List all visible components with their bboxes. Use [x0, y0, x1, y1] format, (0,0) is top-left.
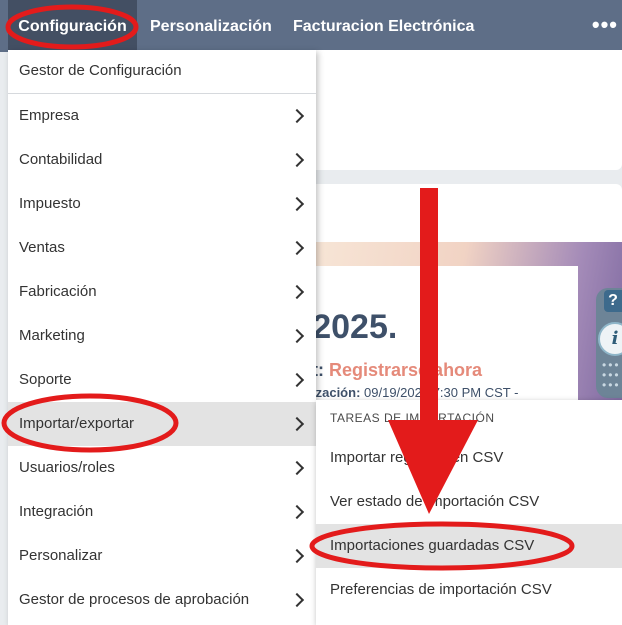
- submenu-item-label: Preferencias de importación CSV: [330, 581, 552, 598]
- nav-facturacion-electronica[interactable]: Facturacion Electrónica: [293, 0, 474, 52]
- submenu-item-importaciones-guardadas[interactable]: Importaciones guardadas CSV: [316, 524, 622, 568]
- menu-item-contabilidad[interactable]: Contabilidad: [8, 138, 316, 182]
- menu-item-label: Ventas: [19, 239, 65, 256]
- help-icon[interactable]: ?: [604, 290, 622, 312]
- top-nav-bar: Configuración Personalización Facturacio…: [0, 0, 622, 52]
- menu-item-label: Soporte: [19, 371, 72, 388]
- chevron-right-icon: [289, 416, 305, 432]
- update-value: 09/19/2025 7:30 PM CST -: [360, 385, 519, 400]
- menu-item-fabricacion[interactable]: Fabricación: [8, 270, 316, 314]
- chevron-right-icon: [289, 372, 305, 388]
- menu-item-label: Integración: [19, 503, 94, 520]
- submenu-item-ver-estado-importacion[interactable]: Ver estado de importación CSV: [316, 480, 622, 524]
- chevron-right-icon: [289, 240, 305, 256]
- menu-item-label: Importar/exportar: [19, 415, 135, 432]
- apps-grid-icon[interactable]: ••• ••• •••: [602, 359, 622, 392]
- menu-item-integracion[interactable]: Integración: [8, 490, 316, 534]
- menu-item-ventas[interactable]: Ventas: [8, 226, 316, 270]
- chevron-right-icon: [289, 548, 305, 564]
- menu-item-marketing[interactable]: Marketing: [8, 314, 316, 358]
- submenu-item-label: Importaciones guardadas CSV: [330, 537, 535, 554]
- submenu-item-label: Importar registros en CSV: [330, 449, 504, 466]
- update-label: ización:: [312, 385, 361, 400]
- menu-item-soporte[interactable]: Soporte: [8, 358, 316, 402]
- promo-line: t: Registrarse ahora: [312, 360, 482, 381]
- chevron-right-icon: [289, 196, 305, 212]
- menu-item-label: Contabilidad: [19, 151, 103, 168]
- nav-personalizacion[interactable]: Personalización: [150, 0, 272, 52]
- submenu-item-preferencias-importacion[interactable]: Preferencias de importación CSV: [316, 568, 622, 612]
- menu-item-usuarios-roles[interactable]: Usuarios/roles: [8, 446, 316, 490]
- menu-item-gestor-procesos-aprobacion[interactable]: Gestor de procesos de aprobación: [8, 578, 316, 622]
- register-now-link[interactable]: Registrarse ahora: [329, 360, 482, 380]
- menu-item-label: Empresa: [19, 107, 80, 124]
- submenu-item-importar-registros-csv[interactable]: Importar registros en CSV: [316, 436, 622, 480]
- menu-header-label: Gestor de Configuración: [19, 62, 182, 79]
- menu-item-label: Personalizar: [19, 547, 103, 564]
- menu-item-label: Gestor de procesos de aprobación: [19, 591, 250, 608]
- chevron-right-icon: [289, 504, 305, 520]
- nav-configuracion[interactable]: Configuración: [8, 0, 137, 52]
- submenu-item-label: Ver estado de importación CSV: [330, 493, 540, 510]
- menu-item-label: Fabricación: [19, 283, 97, 300]
- menu-item-empresa[interactable]: Empresa: [8, 94, 316, 138]
- chevron-right-icon: [289, 460, 305, 476]
- menu-item-importar-exportar[interactable]: Importar/exportar: [8, 402, 316, 446]
- chevron-right-icon: [289, 152, 305, 168]
- update-line: ización: 09/19/2025 7:30 PM CST -: [312, 385, 518, 400]
- importar-exportar-submenu: TAREAS DE IMPORTACIÓN Importar registros…: [316, 400, 622, 625]
- chevron-right-icon: [289, 108, 305, 124]
- chevron-right-icon: [289, 284, 305, 300]
- menu-item-personalizar[interactable]: Personalizar: [8, 534, 316, 578]
- menu-header-gestor-configuracion[interactable]: Gestor de Configuración: [8, 50, 316, 94]
- menu-item-impuesto[interactable]: Impuesto: [8, 182, 316, 226]
- chevron-right-icon: [289, 328, 305, 344]
- chevron-right-icon: [289, 592, 305, 608]
- more-icon[interactable]: •••: [592, 0, 618, 52]
- menu-item-label: Marketing: [19, 327, 85, 344]
- submenu-section-header: TAREAS DE IMPORTACIÓN: [330, 411, 495, 425]
- configuracion-dropdown: Gestor de Configuración Empresa Contabil…: [8, 50, 316, 625]
- menu-item-label: Usuarios/roles: [19, 459, 115, 476]
- menu-item-label: Impuesto: [19, 195, 81, 212]
